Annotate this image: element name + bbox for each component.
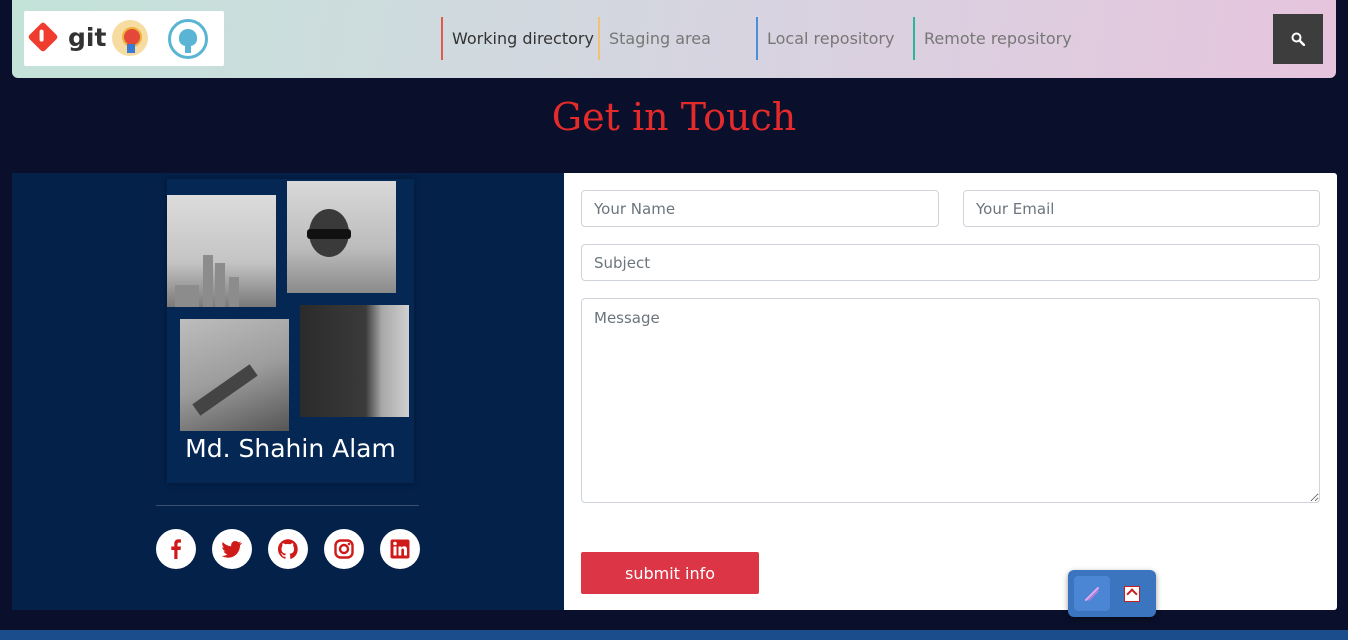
profile-photo-portrait — [287, 181, 396, 293]
name-field[interactable] — [581, 190, 939, 227]
page-title: Get in Touch — [551, 95, 797, 139]
linkedin-icon — [390, 539, 410, 559]
nav-item-working-directory[interactable]: Working directory — [441, 17, 594, 60]
submit-button[interactable]: submit info — [581, 552, 759, 594]
facebook-link[interactable] — [156, 529, 196, 569]
pen-tool-button[interactable] — [1074, 576, 1110, 611]
twitter-icon — [222, 541, 242, 558]
github-link[interactable] — [268, 529, 308, 569]
nav-item-staging-area[interactable]: Staging area — [598, 17, 711, 60]
profile-name: Md. Shahin Alam — [185, 434, 396, 463]
twitter-link[interactable] — [212, 529, 252, 569]
email-field[interactable] — [963, 190, 1320, 227]
message-field[interactable] — [581, 298, 1320, 503]
nav-item-remote-repository[interactable]: Remote repository — [913, 17, 1072, 60]
profile-panel: Md. Shahin Alam — [12, 173, 564, 610]
taskbar — [0, 630, 1348, 640]
instagram-link[interactable] — [324, 529, 364, 569]
git-logo-icon — [27, 21, 59, 53]
profile-photo-cityscape — [167, 195, 276, 307]
pen-icon — [1085, 587, 1099, 601]
profile-card: Md. Shahin Alam — [167, 179, 414, 483]
profile-photo-leaning — [180, 319, 289, 431]
git-logo-text: git — [68, 23, 107, 52]
search-button[interactable] — [1273, 14, 1323, 64]
github-icon — [278, 539, 298, 559]
badge-icon — [112, 20, 148, 56]
contact-form: submit info — [564, 173, 1337, 610]
facebook-icon — [171, 539, 181, 559]
top-navbar: git Working directory Staging area Local… — [12, 0, 1336, 78]
instagram-icon — [334, 539, 354, 559]
pdf-icon[interactable] — [1124, 586, 1140, 602]
logo-group[interactable]: git — [24, 11, 224, 66]
linkedin-link[interactable] — [380, 529, 420, 569]
nav-item-local-repository[interactable]: Local repository — [756, 17, 894, 60]
search-icon — [1291, 32, 1305, 46]
subject-field[interactable] — [581, 244, 1320, 281]
github-logo-icon — [168, 19, 208, 59]
floating-toolbar — [1068, 570, 1156, 617]
profile-photo-standing — [300, 305, 409, 417]
divider — [156, 505, 419, 506]
